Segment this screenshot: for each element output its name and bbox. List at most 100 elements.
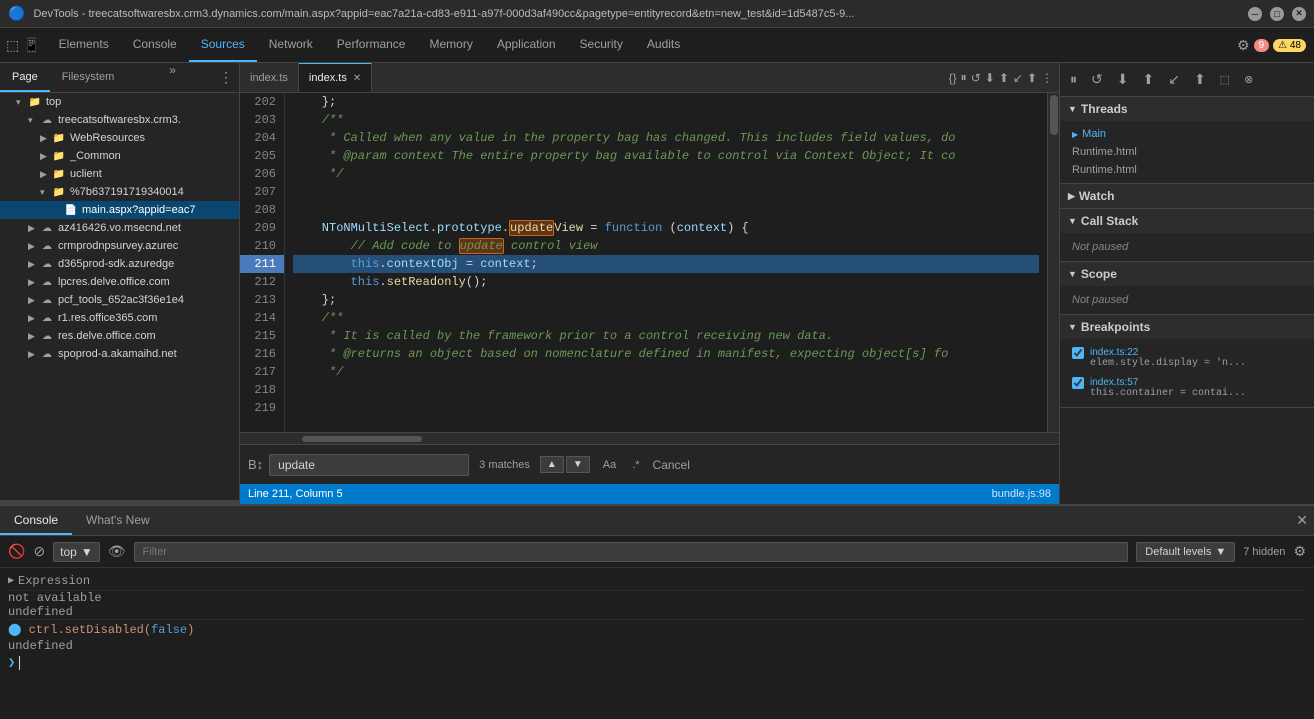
step-out-button[interactable]: ↙	[1162, 67, 1186, 92]
panel-right: ⏸ ↺ ⬇ ⬆ ↙ ⬆ ⬚ ⊗ ▼ Threads Main Runtime.h…	[1059, 63, 1314, 504]
console-close-button[interactable]: ✕	[1296, 512, 1308, 529]
case-sensitive-button[interactable]: Aa	[596, 456, 623, 474]
line-num-213: 213	[240, 291, 284, 309]
sidebar-tab-filesystem[interactable]: Filesystem	[50, 63, 127, 92]
step-over-icon[interactable]: ⬇	[985, 71, 995, 85]
scope-header[interactable]: ▼ Scope	[1060, 262, 1314, 286]
tree-item-uclient[interactable]: ▶ 📁 uclient	[0, 165, 239, 183]
code-horizontal-scrollbar[interactable]	[240, 432, 1059, 444]
tab-application[interactable]: Application	[485, 28, 568, 62]
scroll-thumb[interactable]	[1050, 95, 1058, 135]
breakpoint-2-checkbox[interactable]	[1072, 377, 1084, 389]
format-icon[interactable]: {}	[949, 71, 957, 85]
step-into-button[interactable]: ⬆	[1136, 67, 1160, 92]
breakpoint-1-checkbox[interactable]	[1072, 347, 1084, 359]
regex-button[interactable]: .*	[625, 456, 646, 474]
code-tab-1[interactable]: index.ts	[240, 63, 299, 92]
more-icon[interactable]: ⋮	[1041, 71, 1053, 85]
breakpoint-1[interactable]: index.ts:22 elem.style.display = 'n...	[1068, 343, 1306, 373]
step-icon[interactable]: ↺	[971, 71, 981, 85]
search-next-button[interactable]: ▼	[566, 456, 590, 473]
thread-runtime-1[interactable]: Runtime.html	[1068, 143, 1306, 161]
tree-item-hash[interactable]: ▾ 📁 %7b637191719340014	[0, 183, 239, 201]
clear-console-icon[interactable]: 🚫	[8, 543, 25, 560]
pause-icon[interactable]: ⏸	[961, 70, 967, 85]
breakpoint-2[interactable]: index.ts:57 this.container = contai...	[1068, 373, 1306, 403]
code-line-203: /**	[293, 111, 1039, 129]
tree-item-webresources[interactable]: ▶ 📁 WebResources	[0, 129, 239, 147]
tree-item-d365[interactable]: ▶ ☁ d365prod-sdk.azuredge	[0, 255, 239, 273]
window-controls: ─ □ ✕	[1248, 7, 1306, 21]
tree-arrow: ▶	[28, 331, 40, 342]
eye-icon[interactable]: 👁	[108, 543, 126, 560]
code-vertical-scrollbar[interactable]	[1047, 93, 1059, 432]
tree-item-pcf[interactable]: ▶ ☁ pcf_tools_652ac3f36e1e4	[0, 291, 239, 309]
thread-main[interactable]: Main	[1068, 125, 1306, 143]
step-out-icon[interactable]: ↙	[1013, 71, 1023, 85]
h-scroll-thumb[interactable]	[302, 436, 422, 442]
tab-sources[interactable]: Sources	[189, 28, 257, 62]
tree-item-domain1[interactable]: ▾ ☁ treecatsoftwaresbx.crm3.	[0, 111, 239, 129]
console-settings-icon[interactable]: ⚙	[1293, 543, 1306, 560]
tab-security[interactable]: Security	[568, 28, 635, 62]
console-cursor[interactable]	[19, 656, 20, 670]
search-cancel-button[interactable]: Cancel	[653, 458, 690, 472]
step-into-icon[interactable]: ⬆	[999, 71, 1009, 85]
tab-audits[interactable]: Audits	[635, 28, 692, 62]
folder-icon: 📁	[52, 131, 66, 145]
scope-title: Scope	[1081, 267, 1117, 281]
console-content: ▶ Expression not available undefined ⬤ c…	[0, 568, 1314, 719]
tab-memory[interactable]: Memory	[417, 28, 484, 62]
inspect-icon[interactable]: ⬚	[6, 37, 19, 54]
sidebar-more-button[interactable]: »	[161, 63, 184, 92]
tree-label: res.delve.office.com	[58, 330, 156, 342]
tree-item-common[interactable]: ▶ 📁 _Common	[0, 147, 239, 165]
callstack-header[interactable]: ▼ Call Stack	[1060, 209, 1314, 233]
tree-item-crm[interactable]: ▶ ☁ crmprodnpsurvey.azurec	[0, 237, 239, 255]
minimize-button[interactable]: ─	[1248, 7, 1262, 21]
breakpoints-header[interactable]: ▼ Breakpoints	[1060, 315, 1314, 339]
deactivate-breakpoints-button[interactable]: ⬚	[1214, 69, 1236, 90]
watch-header[interactable]: ▶ Watch	[1060, 184, 1314, 208]
deactivate-icon[interactable]: ⬆	[1027, 71, 1037, 85]
tab-performance[interactable]: Performance	[325, 28, 418, 62]
close-button[interactable]: ✕	[1292, 7, 1306, 21]
sidebar-tab-page[interactable]: Page	[0, 63, 50, 92]
console-tab-whatsnew[interactable]: What's New	[72, 506, 164, 535]
console-filter-input[interactable]	[134, 542, 1129, 562]
tree-item-mainaspx[interactable]: 📄 main.aspx?appid=eac7	[0, 201, 239, 219]
line-num-208: 208	[240, 201, 284, 219]
search-prev-button[interactable]: ▲	[540, 456, 564, 473]
tree-arrow: ▾	[40, 187, 52, 198]
filter-console-icon[interactable]: ⊘	[33, 543, 45, 560]
console-levels-dropdown[interactable]: Default levels ▼	[1136, 542, 1235, 562]
tree-item-spoprod[interactable]: ▶ ☁ spoprod-a.akamaihd.net	[0, 345, 239, 363]
tree-item-top[interactable]: ▾ 📁 top	[0, 93, 239, 111]
resume-button[interactable]: ↺	[1085, 67, 1109, 92]
tree-item-r1[interactable]: ▶ ☁ r1.res.office365.com	[0, 309, 239, 327]
tree-item-lpcres[interactable]: ▶ ☁ lpcres.delve.office.com	[0, 273, 239, 291]
thread-runtime-2[interactable]: Runtime.html	[1068, 161, 1306, 179]
code-tab-close[interactable]: ✕	[353, 73, 361, 84]
code-tab-2[interactable]: index.ts ✕	[299, 63, 372, 92]
sidebar-menu-icon[interactable]: ⋮	[219, 69, 233, 86]
pause-button[interactable]: ⏸	[1064, 67, 1083, 92]
tree-item-res[interactable]: ▶ ☁ res.delve.office.com	[0, 327, 239, 345]
step-button[interactable]: ⬆	[1188, 67, 1212, 92]
console-tab-console[interactable]: Console	[0, 506, 72, 535]
step-over-button[interactable]: ⬇	[1111, 67, 1135, 92]
context-selector[interactable]: top ▼	[53, 542, 100, 562]
settings-icon[interactable]: ⚙	[1237, 37, 1250, 54]
maximize-button[interactable]: □	[1270, 7, 1284, 21]
tab-console[interactable]: Console	[121, 28, 189, 62]
console-code-line: ⬤ ctrl.setDisabled(false)	[8, 619, 1306, 639]
code-content[interactable]: }; /** * Called when any value in the pr…	[285, 93, 1047, 432]
search-input[interactable]	[269, 454, 469, 476]
tab-network[interactable]: Network	[257, 28, 325, 62]
tree-item-az[interactable]: ▶ ☁ az416426.vo.msecnd.net	[0, 219, 239, 237]
stop-exceptions-button[interactable]: ⊗	[1238, 69, 1259, 90]
device-icon[interactable]: 📱	[23, 37, 40, 54]
tab-elements[interactable]: Elements	[47, 28, 121, 62]
source-map-link[interactable]: bundle.js:98	[992, 488, 1051, 500]
threads-header[interactable]: ▼ Threads	[1060, 97, 1314, 121]
